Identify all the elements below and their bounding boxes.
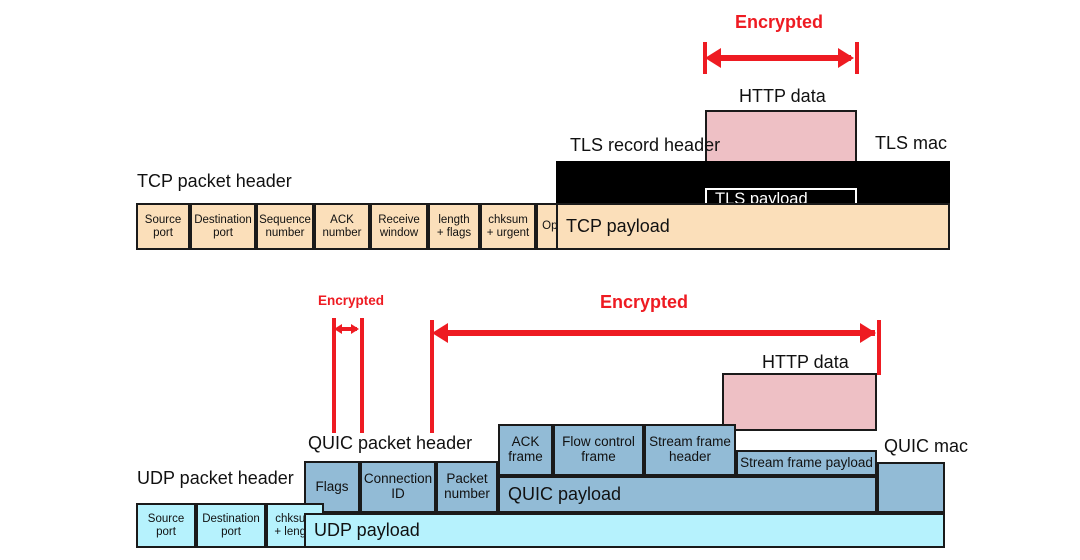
quic-encrypted-large-label: Encrypted	[600, 292, 689, 312]
quic-encrypted-large-arrowhead-left	[432, 323, 448, 343]
tcp-field-ack-number: ACK number	[314, 203, 370, 250]
quic-http-data-block	[722, 373, 877, 431]
tcp-field-source-port: Source port	[136, 203, 190, 250]
tcp-encrypted-label: Encrypted	[735, 12, 824, 32]
udp-field-destination-port: Destination port	[196, 503, 266, 548]
quic-field-connection-id: Connection ID	[360, 461, 436, 513]
quic-encrypted-small-label: Encrypted	[318, 293, 385, 308]
quic-encrypted-small-arrowhead-right	[351, 324, 359, 334]
tls-mac-label: TLS mac	[875, 133, 948, 153]
tcp-field-sequence-number: Sequence number	[256, 203, 314, 250]
quic-http-data-label: HTTP data	[762, 352, 849, 372]
udp-packet-header-label: UDP packet header	[137, 468, 294, 488]
quic-encrypted-small-arrowhead-left	[334, 324, 342, 334]
quic-encrypted-large-tick-right	[877, 320, 881, 375]
diagram-canvas: Encrypted HTTP data TLS record header TL…	[0, 0, 1080, 560]
tcp-packet-header-label: TCP packet header	[137, 171, 292, 191]
quic-mac-block	[877, 462, 945, 513]
tcp-field-chksum-urgent: chksum + urgent	[480, 203, 536, 250]
quic-encrypted-small-tick-right	[360, 318, 364, 433]
udp-field-source-port: Source port	[136, 503, 196, 548]
quic-frame-stream-payload: Stream frame payload	[736, 450, 877, 476]
tcp-encrypted-arrowhead-right	[838, 48, 854, 68]
quic-encrypted-large-arrowhead-right	[860, 323, 876, 343]
tcp-encrypted-tick-right	[855, 42, 859, 74]
quic-frame-stream-header: Stream frame header	[644, 424, 736, 476]
quic-packet-header-label: QUIC packet header	[308, 433, 473, 453]
tcp-payload-block: TCP payload	[556, 203, 950, 250]
quic-frame-flow-control: Flow control frame	[553, 424, 644, 476]
tcp-encrypted-arrow-line	[712, 55, 851, 61]
quic-payload-block: QUIC payload	[498, 476, 877, 513]
quic-mac-label: QUIC mac	[884, 436, 969, 456]
udp-payload-block: UDP payload	[304, 513, 945, 548]
tcp-field-destination-port: Destination port	[190, 203, 256, 250]
tcp-field-length-flags: length + flags	[428, 203, 480, 250]
tcp-field-receive-window: Receive window	[370, 203, 428, 250]
quic-encrypted-large-arrow-line	[438, 330, 875, 336]
quic-frame-ack: ACK frame	[498, 424, 553, 476]
quic-field-packet-number: Packet number	[436, 461, 498, 513]
quic-encrypted-small-tick-left	[332, 318, 336, 433]
tcp-http-data-label: HTTP data	[739, 86, 826, 106]
tcp-encrypted-arrowhead-left	[705, 48, 721, 68]
tls-record-header-label: TLS record header	[570, 135, 721, 155]
